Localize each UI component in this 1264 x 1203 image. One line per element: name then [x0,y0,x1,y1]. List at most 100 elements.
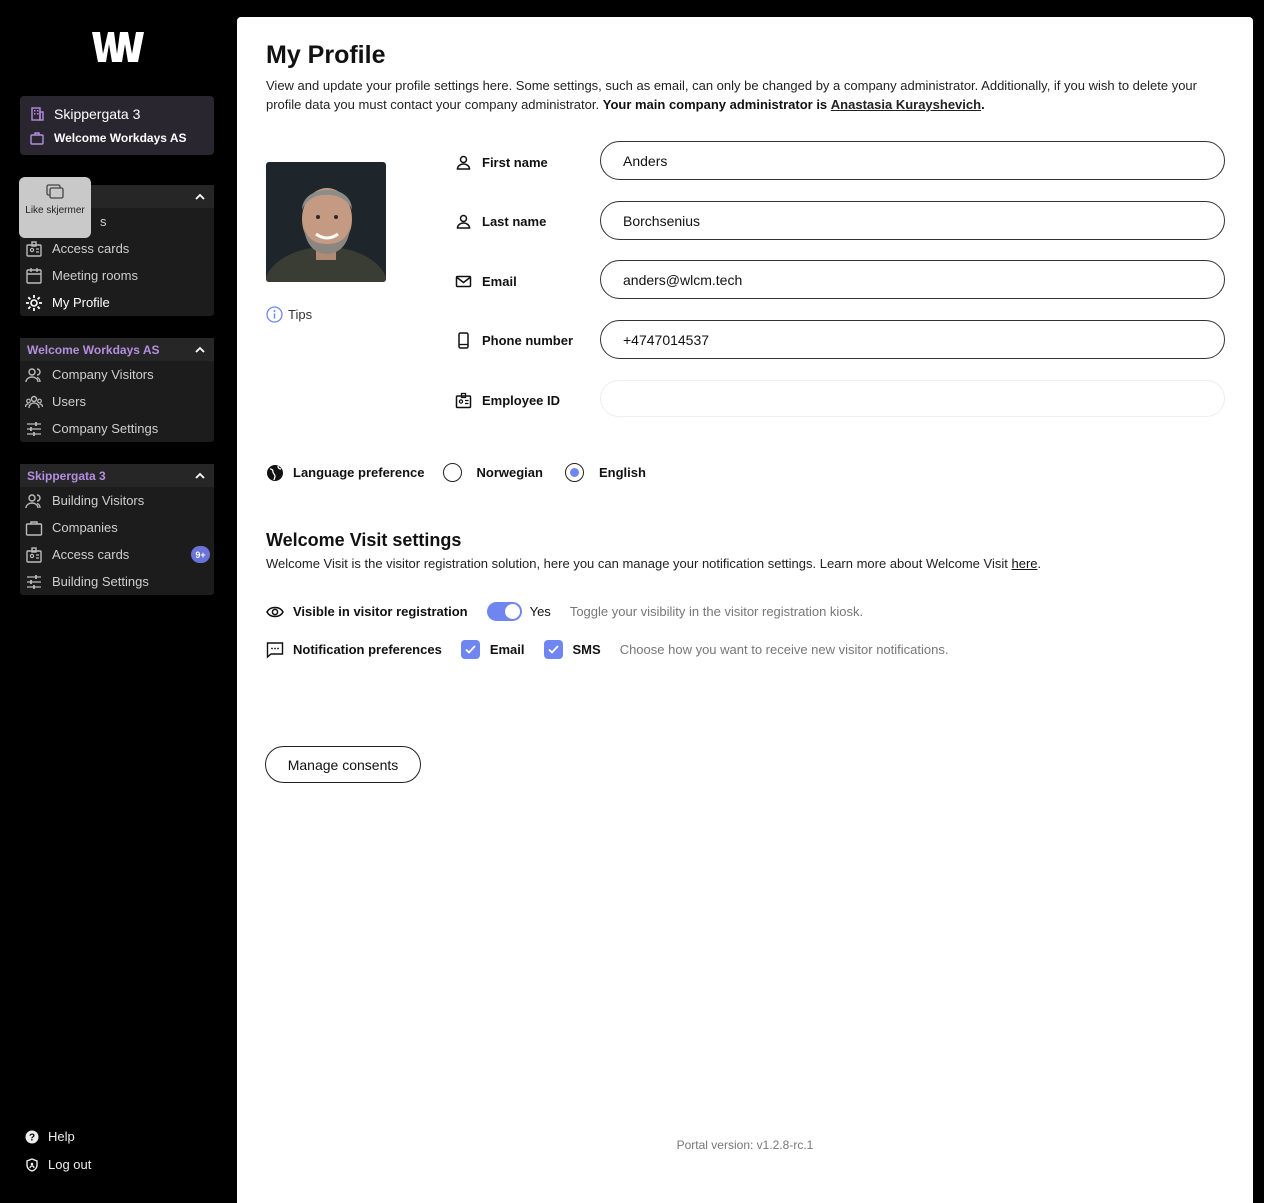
mail-icon [455,275,472,288]
phone-field[interactable]: +4747014537 [600,320,1225,359]
sms-checkbox[interactable] [543,640,563,659]
language-label: Language preference [293,465,425,480]
sidebar: Skippergata 3 Welcome Workdays AS s Acce… [0,0,237,1203]
last-name-label-text: Last name [482,214,547,229]
sidebar-item-companies[interactable]: Companies [20,514,214,541]
building-nav-group: Skippergata 3 Building Visitors Companie… [20,464,214,595]
chevron-up-icon[interactable] [194,470,206,482]
visibility-state: Yes [529,604,551,619]
learn-more-link[interactable]: here [1011,556,1037,571]
first-name-label-text: First name [482,155,548,170]
intro-bold: Your main company administrator is [602,97,828,112]
visitors-icon [25,367,41,382]
screens-icon [46,184,64,199]
sidebar-item-label: Users [52,394,86,409]
logo-icon[interactable] [92,32,144,62]
sidebar-item-access-cards[interactable]: Access cards [20,235,214,262]
email-checkbox[interactable] [460,640,480,659]
first-name-label: First name [455,154,548,171]
notification-hint: Choose how you want to receive new visit… [619,642,949,657]
radio-norwegian[interactable] [442,463,462,482]
sidebar-item-building-settings[interactable]: Building Settings [20,568,214,595]
check-icon [547,645,559,654]
portal-version: Portal version: v1.2.8-rc.1 [676,1138,814,1152]
group-title: Skippergata 3 [27,468,106,483]
email-option-label: Email [489,642,525,657]
admin-link[interactable]: Anastasia Kurayshevich [831,97,981,112]
sidebar-item-label: Meeting rooms [52,268,138,283]
sidebar-item-my-profile[interactable]: My Profile [20,289,214,316]
id-badge-icon [455,392,472,409]
intro-text: View and update your profile settings he… [266,78,1197,112]
sidebar-item-company-settings[interactable]: Company Settings [20,415,214,442]
notification-label: Notification preferences [293,642,442,657]
visitors-icon [25,493,41,508]
first-name-field[interactable]: Anders [600,141,1225,180]
visibility-label: Visible in visitor registration [293,604,468,619]
avatar-image [266,162,386,282]
phone-icon [458,332,469,349]
person-icon [456,155,471,170]
help-icon: ? [25,1130,39,1143]
sidebar-item-building-visitors[interactable]: Building Visitors [20,487,214,514]
language-preference: Language preference Norwegian English [266,463,646,482]
phone-label-text: Phone number [482,333,574,348]
profile-photo[interactable] [266,162,386,282]
employee-id-field [600,380,1225,417]
globe-icon [267,464,283,481]
organization-switcher[interactable]: Skippergata 3 Welcome Workdays AS [20,96,214,155]
sidebar-item-label: Company Visitors [52,367,154,382]
overlay-label: Like skjermer [25,205,85,216]
company-group-header[interactable]: Welcome Workdays AS [20,338,214,361]
briefcase-icon [30,132,44,145]
welcome-visit-description: Welcome Visit is the visitor registratio… [266,556,1042,571]
help-link[interactable]: ? Help [25,1129,75,1144]
norwegian-label: Norwegian [476,465,543,480]
sidebar-item-label: Building Settings [52,574,149,589]
email-field[interactable]: anders@wlcm.tech [600,260,1225,299]
logout-label: Log out [48,1157,92,1172]
briefcase-icon [25,520,43,536]
last-name-label: Last name [455,213,546,230]
sidebar-item-company-visitors[interactable]: Company Visitors [20,361,214,388]
sidebar-item-building-access-cards[interactable]: Access cards 9+ [20,541,214,568]
visibility-toggle[interactable] [486,602,522,621]
group-title: Welcome Workdays AS [27,342,160,357]
english-label: English [598,465,646,480]
sidebar-item-label: My Profile [52,295,110,310]
info-icon [266,306,283,323]
sidebar-item-label: Access cards [52,241,130,256]
sidebar-item-label: Companies [52,520,118,535]
calendar-icon [26,267,42,284]
notification-setting: Notification preferences Email SMS Choos… [266,640,948,659]
company-name: Welcome Workdays AS [54,131,187,145]
email-label: Email [455,273,517,290]
radio-english[interactable] [564,463,584,482]
mirror-screens-overlay[interactable]: Like skjermer [19,177,91,238]
chevron-up-icon[interactable] [194,191,206,203]
building-name: Skippergata 3 [54,106,141,122]
notification-badge: 9+ [191,546,210,563]
sidebar-item-label: Access cards [52,547,130,562]
tips-label: Tips [288,307,313,322]
sidebar-item-label: Building Visitors [52,493,145,508]
manage-consents-button[interactable]: Manage consents [265,746,421,783]
eye-icon [266,606,284,617]
tips-link[interactable]: Tips [266,306,312,323]
logout-link[interactable]: Log out [25,1157,91,1172]
employee-id-label-text: Employee ID [482,393,561,408]
chevron-up-icon[interactable] [194,344,206,356]
badge-icon [26,240,42,257]
phone-label: Phone number [455,332,573,349]
building-group-header[interactable]: Skippergata 3 [20,464,214,487]
sidebar-item-meeting-rooms[interactable]: Meeting rooms [20,262,214,289]
badge-icon [26,546,42,563]
sliders-icon [27,574,41,589]
last-name-field[interactable]: Borchsenius [600,201,1225,240]
svg-text:?: ? [29,1132,35,1143]
gear-icon [26,294,42,311]
sidebar-item-users[interactable]: Users [20,388,214,415]
person-icon [456,214,471,229]
sliders-icon [27,421,41,436]
sms-option-label: SMS [572,642,601,657]
